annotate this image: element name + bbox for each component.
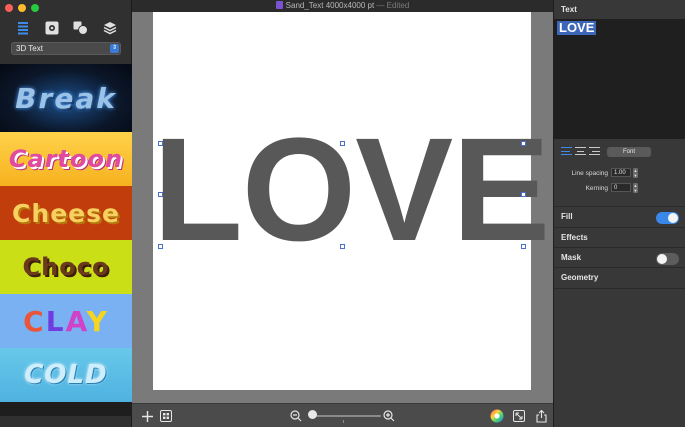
- resize-handle-bottom[interactable]: [340, 244, 345, 249]
- mask-toggle[interactable]: [656, 253, 679, 265]
- line-spacing-field[interactable]: 1.00: [611, 168, 631, 177]
- artboard[interactable]: LOVE: [153, 12, 550, 390]
- preset-thumbnail-cartoon[interactable]: Cartoon: [0, 132, 132, 186]
- chevron-updown-icon: ⇕: [110, 44, 119, 53]
- alignment-controls: [561, 147, 600, 155]
- window-title: Sand_Text 4000x4000 pt: [285, 1, 375, 10]
- minimize-button[interactable]: [18, 4, 26, 12]
- effects-section[interactable]: Effects: [554, 227, 685, 247]
- preset-thumbnail-cheese[interactable]: Cheese: [0, 186, 132, 240]
- preset-label: COLD: [24, 360, 108, 390]
- fill-toggle[interactable]: [656, 212, 679, 224]
- preset-label: Break: [15, 81, 117, 115]
- fill-section[interactable]: Fill: [554, 206, 685, 226]
- line-spacing-stepper[interactable]: ▲ ▼: [633, 168, 638, 178]
- toggle-knob: [668, 213, 678, 223]
- preset-label: Choco: [22, 253, 110, 281]
- preset-list[interactable]: Break Cartoon Cheese Choco CLAY COLD: [0, 64, 132, 427]
- align-center-icon[interactable]: [575, 147, 586, 155]
- sidebar: 3D Text ⇕ Break Cartoon Cheese Choco CLA…: [0, 0, 132, 427]
- resize-handle-right[interactable]: [521, 192, 526, 197]
- resize-handle-left[interactable]: [158, 192, 163, 197]
- close-button[interactable]: [5, 4, 13, 12]
- line-spacing-label: Line spacing: [571, 170, 609, 177]
- zoom-button[interactable]: [31, 4, 39, 12]
- preset-thumbnail-choco[interactable]: Choco: [0, 240, 132, 294]
- shapes-icon[interactable]: [72, 19, 90, 37]
- resize-handle-bottom-left[interactable]: [158, 244, 163, 249]
- panel-empty-area: [554, 288, 685, 427]
- kerning-stepper[interactable]: ▲ ▼: [633, 183, 638, 193]
- resize-handle-top-right[interactable]: [521, 141, 526, 146]
- geometry-label: Geometry: [561, 273, 599, 282]
- document-icon: [275, 1, 283, 9]
- align-left-icon[interactable]: [561, 147, 572, 155]
- resize-handle-bottom-right[interactable]: [521, 244, 526, 249]
- edited-status: — Edited: [376, 1, 410, 10]
- kerning-label: Kerning: [585, 185, 608, 192]
- gear-icon[interactable]: [43, 19, 61, 37]
- resize-handle-top[interactable]: [340, 141, 345, 146]
- text-editor[interactable]: LOVE: [554, 19, 685, 139]
- preset-thumbnail-cold[interactable]: COLD: [0, 348, 132, 402]
- preset-thumbnail-clay[interactable]: CLAY: [0, 294, 132, 348]
- fit-icon[interactable]: [512, 409, 526, 423]
- bottom-toolbar: [132, 403, 553, 427]
- canvas-area[interactable]: LOVE: [132, 12, 553, 403]
- add-icon[interactable]: [140, 409, 154, 423]
- preset-category-value: 3D Text: [16, 44, 43, 53]
- list-icon[interactable]: [14, 19, 32, 37]
- inspector-panel: Text LOVE Font Line spacing 1.00 ▲ ▼ Kern…: [553, 0, 685, 427]
- font-button[interactable]: Font: [607, 147, 651, 157]
- zoom-slider-knob[interactable]: [308, 410, 317, 419]
- zoom-slider-track[interactable]: [311, 415, 381, 417]
- zoom-slider-tick: [343, 420, 344, 423]
- grid-icon[interactable]: [159, 409, 173, 423]
- text-section-title: Text: [561, 5, 577, 14]
- resize-handle-top-left[interactable]: [158, 141, 163, 146]
- preset-label: CLAY: [23, 304, 109, 338]
- window-controls: [5, 4, 39, 12]
- selection-box: [158, 141, 526, 249]
- title-bar: Sand_Text 4000x4000 pt — Edited: [132, 0, 553, 12]
- sidebar-tabs: [0, 17, 132, 39]
- zoom-in-icon[interactable]: [382, 409, 396, 423]
- mask-section[interactable]: Mask: [554, 247, 685, 267]
- preset-thumbnail-break[interactable]: Break: [0, 64, 132, 132]
- layers-icon[interactable]: [101, 19, 119, 37]
- toggle-knob: [657, 254, 667, 264]
- kerning-field[interactable]: 0: [611, 183, 631, 192]
- zoom-out-icon[interactable]: [289, 409, 303, 423]
- geometry-section[interactable]: Geometry: [554, 267, 685, 287]
- align-right-icon[interactable]: [589, 147, 600, 155]
- preset-label: Cartoon: [8, 145, 124, 173]
- share-icon[interactable]: [534, 409, 548, 423]
- text-editor-selection[interactable]: LOVE: [557, 21, 597, 35]
- effects-label: Effects: [561, 233, 588, 242]
- color-wheel-icon[interactable]: [490, 409, 504, 423]
- preset-thumbnail-next[interactable]: [0, 402, 132, 416]
- preset-category-select[interactable]: 3D Text ⇕: [11, 42, 121, 55]
- preset-label: Cheese: [12, 198, 120, 228]
